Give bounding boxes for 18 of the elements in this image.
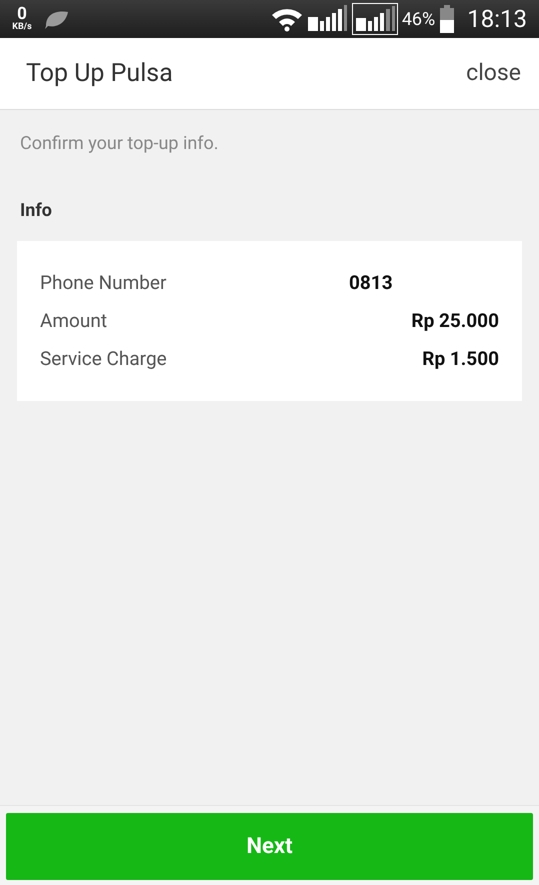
info-value: Rp 25.000 bbox=[410, 308, 499, 334]
network-speed: 0 bbox=[17, 6, 27, 23]
info-value: Rp 1.500 bbox=[421, 346, 499, 372]
info-value: 0813 bbox=[349, 270, 394, 296]
clock: 18:13 bbox=[467, 4, 527, 35]
page-title: Top Up Pulsa bbox=[26, 58, 173, 90]
section-title: Info bbox=[20, 199, 53, 223]
speed-unit: KB/s bbox=[12, 23, 32, 32]
instruction-text: Confirm your top-up info. bbox=[20, 132, 220, 156]
battery-percent: 46% bbox=[402, 8, 436, 32]
info-label: Service Charge bbox=[40, 346, 167, 372]
close-button[interactable]: close bbox=[466, 56, 521, 91]
info-label: Phone Number bbox=[40, 270, 166, 296]
wifi-icon bbox=[270, 6, 304, 32]
signal-icon bbox=[308, 5, 348, 33]
info-label: Amount bbox=[40, 308, 108, 334]
signal-icon bbox=[352, 3, 398, 35]
battery-icon bbox=[439, 5, 456, 33]
